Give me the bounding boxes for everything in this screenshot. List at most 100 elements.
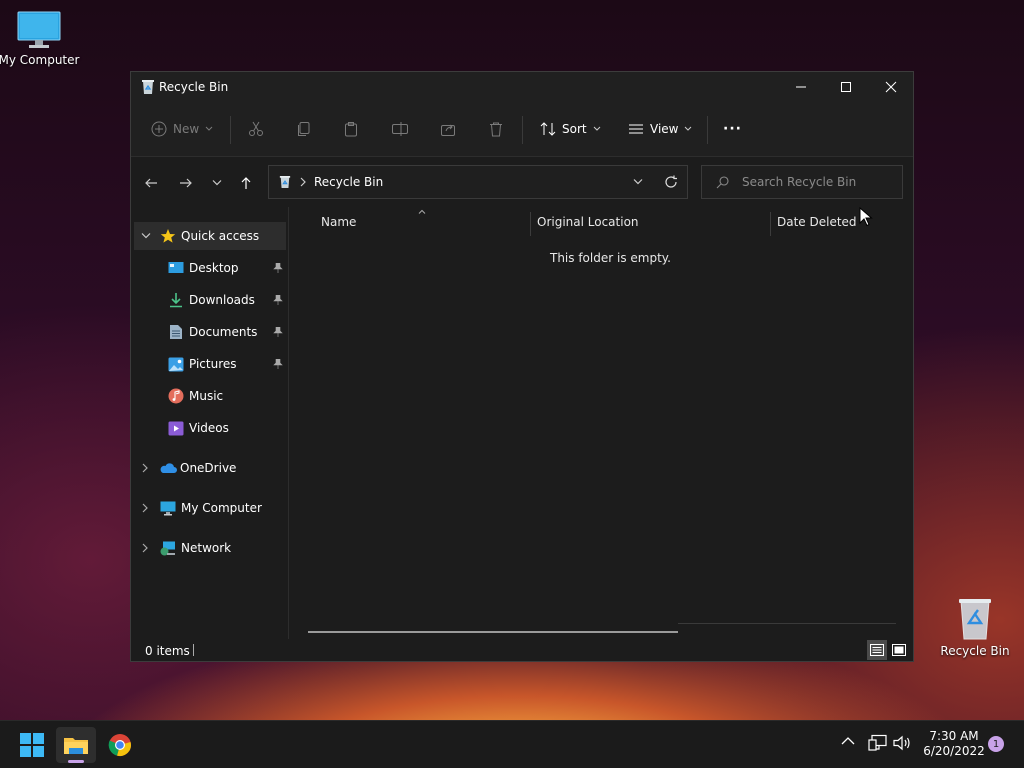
column-divider[interactable] <box>770 212 771 236</box>
desktop-icon-label: Recycle Bin <box>940 644 1010 658</box>
refresh-icon[interactable] <box>664 175 678 189</box>
address-bar[interactable]: Recycle Bin <box>268 165 688 199</box>
sidebar-item-label: OneDrive <box>180 461 237 475</box>
sidebar-item-label: Quick access <box>181 229 260 243</box>
sidebar-item-onedrive[interactable]: OneDrive <box>131 454 287 482</box>
rename-icon <box>392 122 408 136</box>
sidebar-item-desktop[interactable]: Desktop <box>131 254 287 282</box>
file-list[interactable]: Name Original Location Date Deleted This… <box>291 207 913 639</box>
desktop-icon <box>168 262 184 273</box>
chevron-down-icon <box>212 180 222 186</box>
monitor-icon <box>160 501 176 515</box>
view-button-label: View <box>650 122 679 136</box>
toolbar-divider <box>522 116 523 144</box>
window-title: Recycle Bin <box>159 80 229 94</box>
windows-logo-icon <box>20 733 44 757</box>
sidebar-item-network[interactable]: Network <box>131 534 287 562</box>
network-status-button[interactable] <box>868 734 888 755</box>
command-bar: New Sort View ··· <box>131 102 913 157</box>
download-icon <box>170 293 182 308</box>
column-header-original-location[interactable]: Original Location <box>537 215 639 229</box>
taskbar-file-explorer[interactable] <box>56 727 96 763</box>
title-bar[interactable]: Recycle Bin <box>131 72 913 102</box>
pin-icon[interactable] <box>273 295 283 305</box>
document-icon <box>170 325 182 339</box>
view-button[interactable]: View <box>628 115 692 143</box>
recent-locations-button[interactable] <box>205 171 229 195</box>
sidebar-item-videos[interactable]: Videos <box>131 414 287 442</box>
taskbar-chrome[interactable] <box>100 727 140 763</box>
close-icon <box>885 81 897 93</box>
minimize-button[interactable] <box>778 72 824 102</box>
sidebar-item-label: Desktop <box>189 261 239 275</box>
chevron-right-icon[interactable] <box>141 543 149 553</box>
up-button[interactable] <box>234 171 258 195</box>
sort-ascending-icon <box>418 209 426 214</box>
sidebar-item-music[interactable]: Music <box>131 382 287 410</box>
maximize-button[interactable] <box>823 72 869 102</box>
column-header-name[interactable]: Name <box>321 215 356 229</box>
horizontal-scrollbar[interactable] <box>308 631 678 633</box>
status-bar: 0 items <box>131 639 913 661</box>
star-icon <box>160 229 176 243</box>
start-button[interactable] <box>12 727 52 763</box>
scissors-icon <box>249 121 263 136</box>
share-icon <box>441 124 455 136</box>
sidebar-item-quick-access[interactable]: Quick access <box>134 222 286 250</box>
more-options-button[interactable]: ··· <box>723 115 742 143</box>
recycle-bin-icon <box>142 80 154 94</box>
sort-button[interactable]: Sort <box>540 115 601 143</box>
desktop-icon-label: My Computer <box>0 53 80 67</box>
music-icon <box>168 388 184 404</box>
copy-button[interactable] <box>296 115 312 143</box>
sidebar-item-label: Pictures <box>189 357 237 371</box>
navigation-pane: Quick access Desktop Downloads Documents… <box>131 207 289 639</box>
close-button[interactable] <box>868 72 914 102</box>
column-header-date-deleted[interactable]: Date Deleted <box>777 215 857 229</box>
toolbar-divider <box>230 116 231 144</box>
volume-button[interactable] <box>893 735 911 754</box>
sidebar-item-label: My Computer <box>181 501 262 515</box>
delete-button[interactable] <box>488 115 504 143</box>
details-view-button[interactable] <box>867 640 887 660</box>
pin-icon[interactable] <box>273 263 283 273</box>
arrow-left-icon <box>145 178 157 188</box>
cloud-icon <box>160 463 177 473</box>
recycle-bin-icon <box>279 176 291 188</box>
clock[interactable]: 7:30 AM 6/20/2022 <box>921 729 987 758</box>
share-button[interactable] <box>440 115 456 143</box>
new-button[interactable]: New <box>151 115 213 143</box>
chevron-down-icon <box>593 126 600 131</box>
clipboard-icon <box>345 122 357 137</box>
column-divider[interactable] <box>530 212 531 236</box>
tiles-view-button[interactable] <box>889 640 909 660</box>
sidebar-item-downloads[interactable]: Downloads <box>131 286 287 314</box>
chevron-right-icon[interactable] <box>141 503 149 513</box>
back-button[interactable] <box>139 171 163 195</box>
chevron-down-icon <box>685 126 692 131</box>
search-icon <box>716 176 729 189</box>
pin-icon[interactable] <box>273 327 283 337</box>
paste-button[interactable] <box>343 115 359 143</box>
pin-icon[interactable] <box>273 359 283 369</box>
search-box[interactable]: Search Recycle Bin <box>701 165 903 199</box>
breadcrumb[interactable]: Recycle Bin <box>314 175 383 189</box>
show-hidden-icons-button[interactable] <box>841 735 855 749</box>
sidebar-item-my-computer[interactable]: My Computer <box>131 494 287 522</box>
desktop-icon-my-computer[interactable]: My Computer <box>0 10 81 67</box>
search-input[interactable]: Search Recycle Bin <box>742 175 856 189</box>
copy-icon <box>298 122 310 136</box>
arrow-up-icon <box>241 177 251 189</box>
sidebar-item-pictures[interactable]: Pictures <box>131 350 287 378</box>
cut-button[interactable] <box>248 115 264 143</box>
speaker-icon <box>893 735 910 751</box>
network-icon <box>160 541 175 555</box>
sidebar-item-documents[interactable]: Documents <box>131 318 287 346</box>
chevron-right-icon[interactable] <box>141 463 149 473</box>
rename-button[interactable] <box>391 115 409 143</box>
desktop-icon-recycle-bin[interactable]: Recycle Bin <box>933 597 1017 658</box>
chevron-down-icon[interactable] <box>633 178 643 186</box>
forward-button[interactable] <box>174 171 198 195</box>
chevron-up-icon <box>841 737 855 745</box>
notification-badge[interactable]: 1 <box>988 736 1004 752</box>
